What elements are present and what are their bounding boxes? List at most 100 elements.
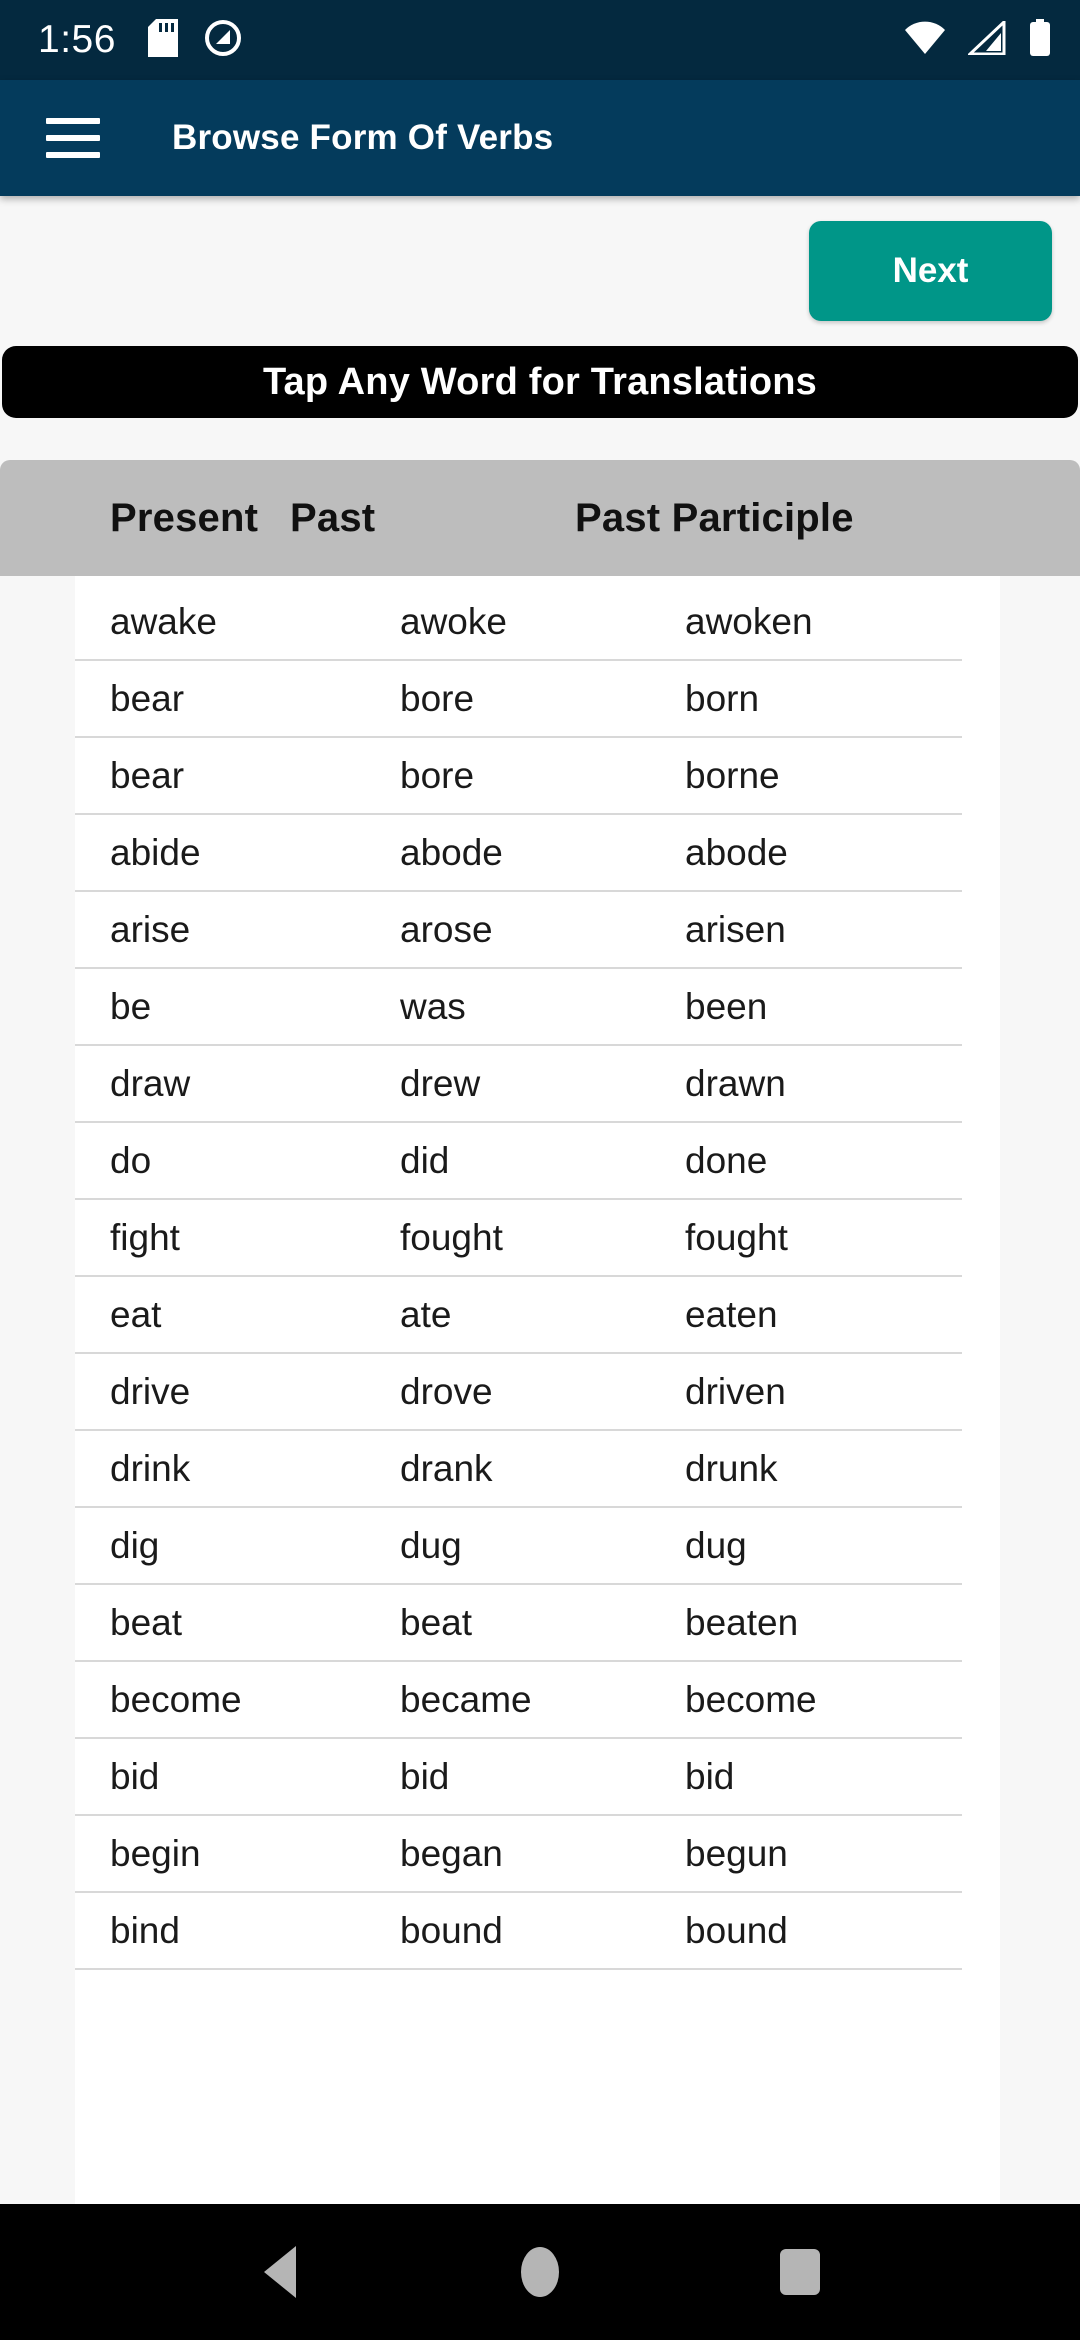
verb-cell[interactable]: drove [400,1371,685,1413]
table-row[interactable]: drive drove driven [75,1354,962,1431]
verb-cell[interactable]: abide [110,832,400,874]
verb-cell[interactable]: dig [110,1525,400,1567]
table-row[interactable]: become became become [75,1662,962,1739]
table-row[interactable]: abide abode abode [75,815,962,892]
wifi-icon [904,21,946,60]
column-header-past: Past [290,495,376,540]
verb-cell[interactable]: become [110,1679,400,1721]
verb-cell[interactable]: bid [685,1756,962,1798]
hamburger-line [46,152,100,158]
verb-cell[interactable]: awake [110,601,400,643]
verb-cell[interactable]: driven [685,1371,962,1413]
verb-cell[interactable]: abode [400,832,685,874]
nav-home-button[interactable] [495,2227,585,2317]
verb-cell[interactable]: bore [400,678,685,720]
verb-cell[interactable]: done [685,1140,962,1182]
verb-cell[interactable]: beaten [685,1602,962,1644]
table-left-gutter [0,576,75,2204]
toolbar-row: Next [0,196,1080,346]
verb-cell[interactable]: arise [110,909,400,951]
status-time: 1:56 [38,18,116,61]
table-row[interactable]: bear bore born [75,661,962,738]
page-title: Browse Form Of Verbs [172,118,554,157]
verb-cell[interactable]: awoke [400,601,685,643]
table-row[interactable]: fight fought fought [75,1200,962,1277]
table-row[interactable]: bid bid bid [75,1739,962,1816]
verb-cell[interactable]: ate [400,1294,685,1336]
translations-hint-banner[interactable]: Tap Any Word for Translations [2,346,1078,418]
next-button[interactable]: Next [809,221,1052,321]
table-row[interactable]: bear bore borne [75,738,962,815]
verb-cell[interactable]: arose [400,909,685,951]
verb-cell[interactable]: dug [400,1525,685,1567]
table-row[interactable]: begin began begun [75,1816,962,1893]
verb-cell[interactable]: beat [400,1602,685,1644]
signal-icon [966,18,1006,60]
verb-cell[interactable]: bore [400,755,685,797]
verb-table-body: awake awoke awoken bear bore born bear bore born… [75,576,1000,2204]
table-row[interactable]: arise arose arisen [75,892,962,969]
verb-cell[interactable]: become [685,1679,962,1721]
verb-cell[interactable]: bound [400,1910,685,1952]
hamburger-menu-icon[interactable] [46,118,100,158]
quality-q-icon [204,19,242,62]
verb-cell[interactable]: bound [685,1910,962,1952]
table-row[interactable]: do did done [75,1123,962,1200]
verb-cell[interactable]: drank [400,1448,685,1490]
verb-cell[interactable]: begin [110,1833,400,1875]
nav-back-button[interactable] [235,2227,325,2317]
verb-cell[interactable]: fought [685,1217,962,1259]
banner-label: Tap Any Word for Translations [262,360,818,403]
verb-cell[interactable]: drive [110,1371,400,1413]
recents-square-icon [780,2249,820,2295]
app-bar: Browse Form Of Verbs [0,80,1080,196]
table-row[interactable]: bind bound bound [75,1893,962,1970]
verb-cell[interactable]: bind [110,1910,400,1952]
verb-cell[interactable]: born [685,678,962,720]
verb-cell[interactable]: bear [110,678,400,720]
verb-cell[interactable]: arisen [685,909,962,951]
verb-cell[interactable]: borne [685,755,962,797]
verb-cell[interactable]: bid [110,1756,400,1798]
table-row[interactable]: drink drank drunk [75,1431,962,1508]
verb-cell[interactable]: fought [400,1217,685,1259]
verb-cell[interactable]: been [685,986,962,1028]
verb-cell[interactable]: bear [110,755,400,797]
table-row[interactable]: beat beat beaten [75,1585,962,1662]
column-header-present: Present [110,495,259,540]
status-right-icons [904,18,1052,62]
verb-cell[interactable]: did [400,1140,685,1182]
verb-cell[interactable]: began [400,1833,685,1875]
main-content: Next Tap Any Word for Translations Prese… [0,196,1080,2204]
verb-cell[interactable]: eat [110,1294,400,1336]
table-row[interactable]: awake awoke awoken [75,584,962,661]
verb-cell[interactable]: eaten [685,1294,962,1336]
verb-cell[interactable]: beat [110,1602,400,1644]
phone-screen: 1:56 Browse Form Of Verbs Next Tap Any W… [0,0,1080,2340]
verb-cell[interactable]: begun [685,1833,962,1875]
verb-cell[interactable]: became [400,1679,685,1721]
verb-cell[interactable]: awoken [685,601,962,643]
verb-cell[interactable]: drink [110,1448,400,1490]
hamburger-line [46,135,100,141]
table-row[interactable]: eat ate eaten [75,1277,962,1354]
verb-cell[interactable]: dug [685,1525,962,1567]
hamburger-line [46,118,100,124]
status-bar: 1:56 [0,0,1080,80]
verb-cell[interactable]: be [110,986,400,1028]
android-nav-bar [0,2204,1080,2340]
verb-cell[interactable]: drew [400,1063,685,1105]
table-row[interactable]: dig dug dug [75,1508,962,1585]
table-row[interactable]: be was been [75,969,962,1046]
verb-cell[interactable]: fight [110,1217,400,1259]
sd-card-icon [147,18,178,62]
verb-cell[interactable]: drawn [685,1063,962,1105]
nav-recents-button[interactable] [755,2227,845,2317]
verb-cell[interactable]: bid [400,1756,685,1798]
verb-cell[interactable]: drunk [685,1448,962,1490]
verb-cell[interactable]: was [400,986,685,1028]
verb-cell[interactable]: do [110,1140,400,1182]
table-row[interactable]: draw drew drawn [75,1046,962,1123]
verb-cell[interactable]: draw [110,1063,400,1105]
verb-cell[interactable]: abode [685,832,962,874]
